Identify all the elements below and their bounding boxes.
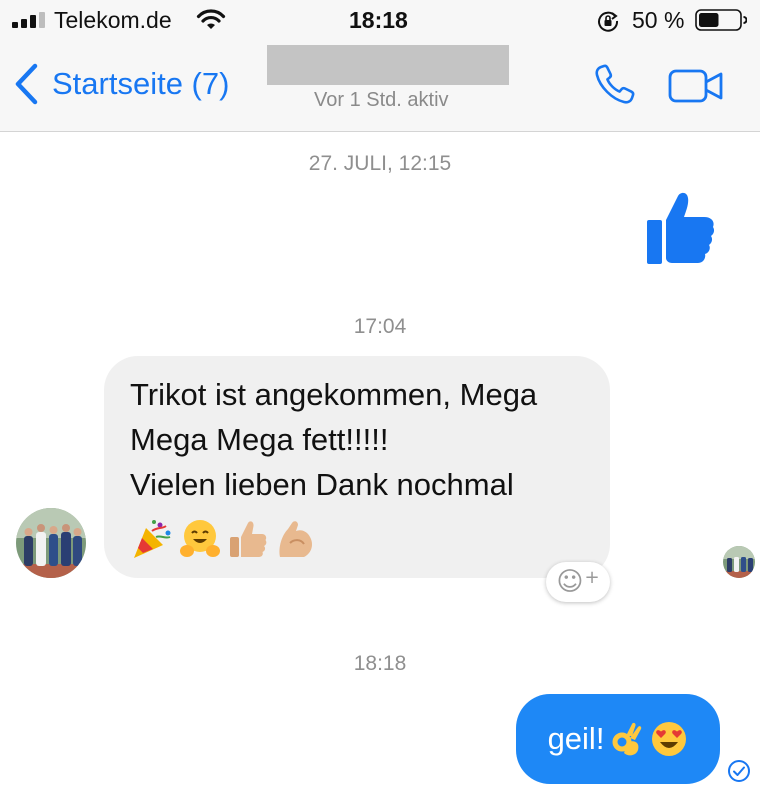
timestamp: 18:18 [353,652,407,675]
video-camera-icon[interactable] [668,68,724,104]
heart-eyes-icon [652,722,687,756]
hugging-face-icon [180,520,220,557]
back-button[interactable]: Startseite (7) [14,62,229,106]
party-popper-icon [134,520,171,558]
plus-icon: + [584,566,600,588]
rotation-lock-icon [598,11,619,32]
check-circle-icon [728,760,750,782]
signal-icon [12,12,45,28]
status-time: 18:18 [349,7,408,33]
battery-percent: 50 % [632,7,685,33]
seen-avatar [723,546,755,578]
timestamp: 27. JULI, 12:15 [308,152,452,175]
message-text: geil! [547,721,605,756]
status-bar: Telekom.de 18:18 50 % [0,0,760,40]
incoming-message-bubble[interactable]: Trikot ist angekommen, Mega Mega Mega fe… [104,356,610,578]
add-reaction-button[interactable]: ☺ + [546,562,610,602]
wifi-icon [196,9,226,29]
avatar[interactable] [16,508,86,578]
presence-status: Vor 1 Std. aktiv [314,89,449,111]
back-label: Startseite (7) [52,66,230,101]
timestamp: 17:04 [353,315,407,338]
message-text: Trikot ist angekommen, Mega Mega Mega fe… [130,377,538,502]
ok-hand-icon [612,722,642,756]
thumbs-up-icon[interactable] [644,190,716,266]
battery-icon [695,9,747,31]
smiley-icon: ☺ [556,567,584,597]
contact-name-redacted[interactable] [267,45,509,85]
conversation-header: Startseite (7) Vor 1 Std. aktiv [0,40,760,132]
emoji-row [130,517,586,561]
thumbs-up-icon [230,521,267,557]
carrier-name: Telekom.de [54,7,172,33]
phone-icon[interactable] [592,63,636,107]
back-chevron-icon [15,63,38,105]
flexed-biceps-icon [279,521,312,557]
outgoing-message-bubble[interactable]: geil! [516,694,720,784]
